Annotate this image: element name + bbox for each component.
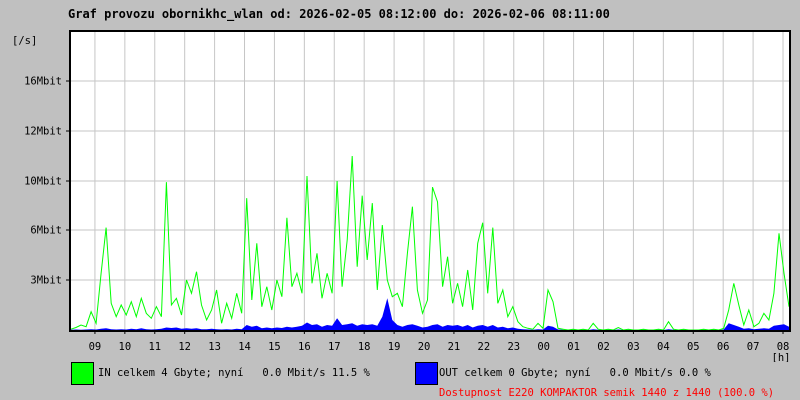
- x-tick-label: 17: [328, 341, 341, 353]
- x-tick-label: 04: [657, 341, 670, 353]
- availability-text: Dostupnost E220 KOMPAKTOR semik 1440 z 1…: [439, 387, 775, 399]
- traffic-chart-svg: 09 10 11 12 13 14 15 16 17 18 19 20 21 22 23 00 01 02 03 04…: [12, 30, 791, 362]
- x-tick-label: 03: [627, 341, 640, 353]
- x-tick-label: 15: [268, 341, 281, 353]
- x-tick-label: 16: [298, 341, 311, 353]
- x-tick-label: 22: [478, 341, 491, 353]
- y-tick-label: 16Mbit: [24, 76, 62, 88]
- x-tick-label: 13: [208, 341, 221, 353]
- y-axis-unit-label: [/s]: [12, 35, 37, 47]
- in-legend-swatch: [71, 362, 94, 385]
- x-tick-label: 00: [537, 341, 550, 353]
- x-tick-label: 06: [717, 341, 730, 353]
- y-tick-label: 10Mbit: [24, 176, 62, 188]
- x-tick-label: 21: [448, 341, 461, 353]
- x-tick-label: 02: [597, 341, 610, 353]
- x-tick-label: 20: [418, 341, 431, 353]
- x-tick-label: 01: [567, 341, 580, 353]
- x-axis-unit-label: [h]: [772, 352, 791, 362]
- x-tick-label: 12: [178, 341, 191, 353]
- x-tick-label: 10: [119, 341, 132, 353]
- out-legend-swatch: [415, 362, 438, 385]
- x-tick-label: 07: [747, 341, 760, 353]
- x-tick-label: 09: [89, 341, 102, 353]
- y-tick-label: 12Mbit: [24, 126, 62, 138]
- out-legend-label: OUT celkem 0 Gbyte; nyní 0.0 Mbit/s 0.0 …: [439, 367, 711, 379]
- x-tick-label: 05: [687, 341, 700, 353]
- x-tick-label: 14: [238, 341, 251, 353]
- mrtg-traffic-page: { "title": "Graf provozu obornikhc_wlan …: [0, 0, 800, 400]
- chart-title: Graf provozu obornikhc_wlan od: 2026-02-…: [68, 7, 610, 21]
- x-tick-label: 23: [507, 341, 520, 353]
- x-tick-label: 11: [148, 341, 161, 353]
- in-legend-label: IN celkem 4 Gbyte; nyní 0.0 Mbit/s 11.5 …: [98, 367, 370, 379]
- y-tick-label: 3Mbit: [30, 275, 62, 287]
- x-tick-label: 19: [388, 341, 401, 353]
- x-tick-label: 18: [358, 341, 371, 353]
- y-tick-label: 6Mbit: [30, 225, 62, 237]
